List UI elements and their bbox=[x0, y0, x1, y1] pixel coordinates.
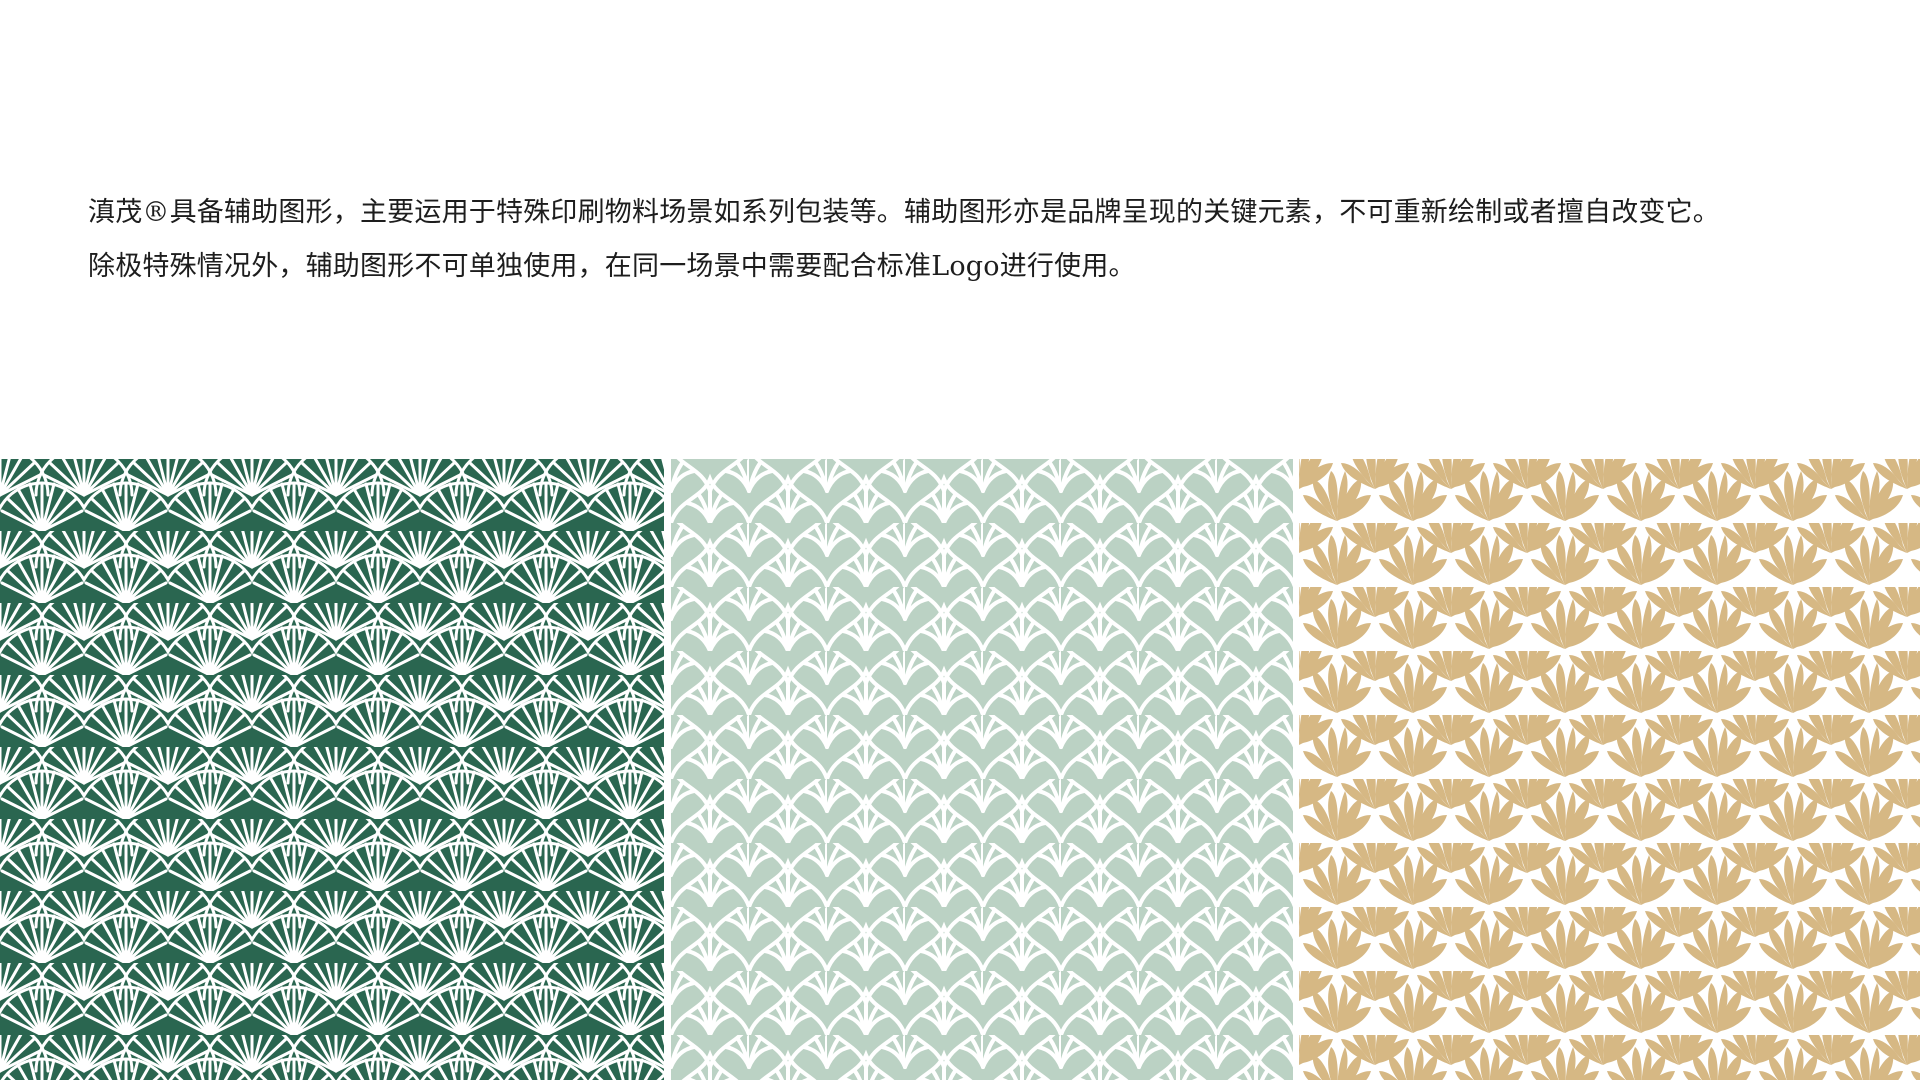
shell-pattern-graphic bbox=[1299, 459, 1920, 1080]
fan-pattern-graphic bbox=[0, 459, 664, 1080]
description-text: 滇茂®具备辅助图形，主要运用于特殊印刷物料场景如系列包装等。辅助图形亦是品牌呈现… bbox=[88, 186, 1888, 294]
mint-leaf-pattern-panel bbox=[671, 459, 1293, 1080]
description-line-1: 滇茂®具备辅助图形，主要运用于特殊印刷物料场景如系列包装等。辅助图形亦是品牌呈现… bbox=[88, 197, 1720, 228]
description-line-2: 除极特殊情况外，辅助图形不可单独使用，在同一场景中需要配合标准Logo进行使用。 bbox=[88, 251, 1136, 282]
gold-shell-pattern-panel bbox=[1299, 459, 1920, 1080]
leaf-lattice-graphic bbox=[671, 459, 1293, 1080]
green-fan-pattern-panel bbox=[0, 459, 664, 1080]
